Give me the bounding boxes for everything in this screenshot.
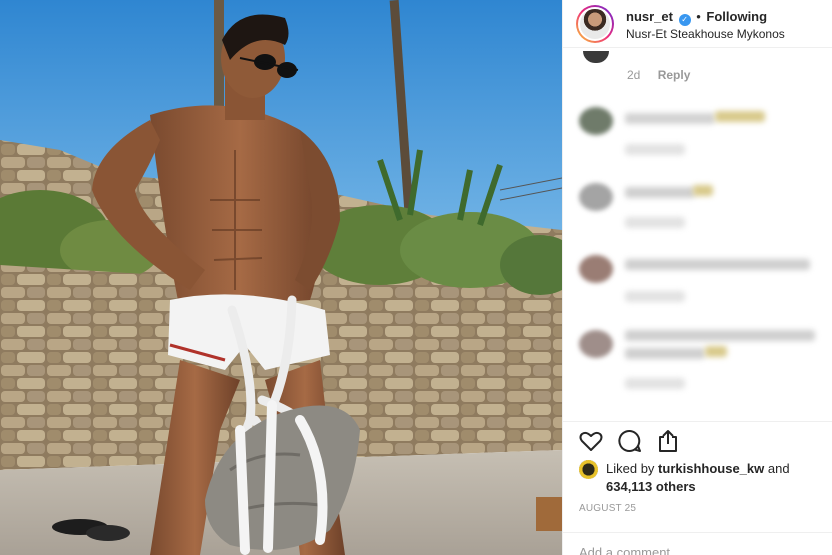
reply-button[interactable]: Reply xyxy=(658,68,691,82)
blurred-emoji xyxy=(693,185,713,196)
blurred-comment-text xyxy=(625,348,705,359)
commenter-avatar[interactable] xyxy=(579,255,613,283)
blurred-emoji xyxy=(705,346,727,357)
likes-count[interactable]: 634,113 others xyxy=(606,479,696,494)
post-actions: Liked by turkishhouse_kw and 634,113 oth… xyxy=(563,421,832,555)
comments-list[interactable]: 2d Reply xyxy=(563,49,832,421)
following-button[interactable]: Following xyxy=(706,9,767,24)
add-comment-field[interactable]: Add a comment... xyxy=(563,532,832,555)
list-item xyxy=(563,101,832,181)
list-item xyxy=(563,249,832,329)
blurred-comment-text xyxy=(625,187,695,198)
post-header: nusr_et ✓ • Following Nusr-Et Steakhouse… xyxy=(563,0,832,48)
commenter-avatar[interactable] xyxy=(579,107,613,135)
liked-by-and: and xyxy=(767,461,790,476)
post-side-panel: nusr_et ✓ • Following Nusr-Et Steakhouse… xyxy=(562,0,832,555)
verified-badge-icon: ✓ xyxy=(678,14,691,26)
post-viewer: nusr_et ✓ • Following Nusr-Et Steakhouse… xyxy=(0,0,832,555)
blurred-comment-meta xyxy=(625,291,685,302)
separator-dot: • xyxy=(696,9,701,24)
liked-by-user[interactable]: turkishhouse_kw xyxy=(658,461,764,476)
heart-icon[interactable] xyxy=(578,428,604,454)
post-photo-illustration xyxy=(0,0,562,555)
blurred-comment-meta xyxy=(625,378,685,389)
likes-text: Liked by turkishhouse_kw and 634,113 oth… xyxy=(606,460,826,496)
post-location[interactable]: Nusr-Et Steakhouse Mykonos xyxy=(626,27,785,41)
comment-age: 2d xyxy=(627,68,641,82)
blurred-comment-text xyxy=(625,330,815,341)
blurred-comment-text xyxy=(625,113,715,124)
commenter-avatar[interactable] xyxy=(583,51,609,63)
liked-by-prefix: Liked by xyxy=(606,461,655,476)
blurred-comment-text xyxy=(625,259,810,270)
share-icon[interactable] xyxy=(655,428,681,454)
author-line: nusr_et ✓ • Following xyxy=(626,9,767,26)
author-avatar-image xyxy=(578,7,612,41)
author-avatar[interactable] xyxy=(576,5,614,43)
blurred-comment-meta xyxy=(625,217,685,228)
list-item xyxy=(563,324,832,404)
post-photo[interactable] xyxy=(0,0,562,555)
list-item xyxy=(563,177,832,257)
liker-avatar[interactable] xyxy=(579,460,598,479)
speech-bubble-icon[interactable] xyxy=(617,428,643,454)
post-date[interactable]: AUGUST 25 xyxy=(579,503,636,514)
author-username[interactable]: nusr_et xyxy=(626,9,673,24)
commenter-avatar[interactable] xyxy=(579,183,613,211)
comment-meta: 2d Reply xyxy=(627,68,690,82)
blurred-emoji xyxy=(715,111,765,122)
commenter-avatar[interactable] xyxy=(579,330,613,358)
blurred-comment-meta xyxy=(625,144,685,155)
